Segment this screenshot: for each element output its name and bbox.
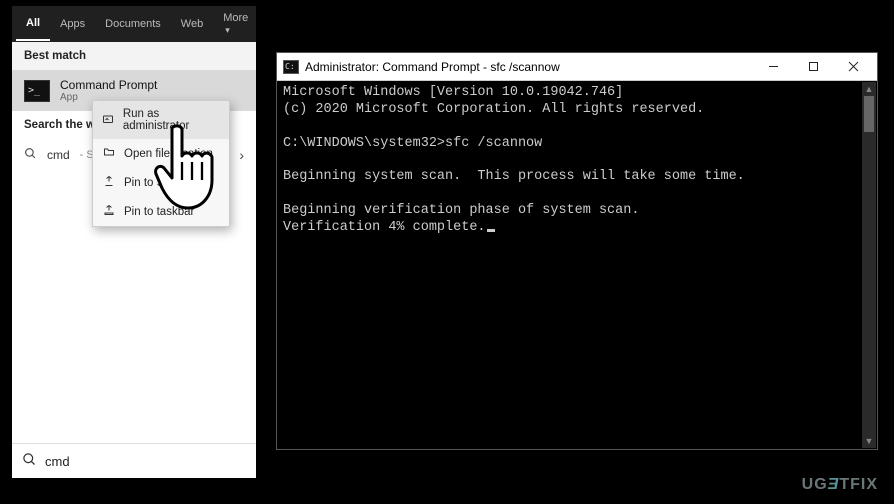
line: Beginning system scan. This process will… — [283, 169, 745, 184]
ctx-open-file-location[interactable]: Open file location — [93, 139, 229, 168]
watermark-text: UG — [802, 476, 828, 493]
pin-start-icon — [102, 175, 116, 190]
watermark: UGƎTFIX — [802, 476, 878, 494]
close-button[interactable] — [833, 53, 873, 81]
tab-more-label: More — [223, 12, 248, 24]
tab-more[interactable]: More ▾ — [213, 2, 258, 46]
terminal-output[interactable]: Microsoft Windows [Version 10.0.19042.74… — [277, 81, 877, 449]
line: Microsoft Windows [Version 10.0.19042.74… — [283, 85, 623, 100]
tab-web[interactable]: Web — [171, 8, 213, 40]
search-input[interactable] — [45, 454, 246, 469]
minimize-button[interactable] — [753, 53, 793, 81]
line: C:\WINDOWS\system32>sfc /scannow — [283, 136, 542, 151]
best-match-header: Best match — [12, 42, 256, 70]
line: Verification 4% complete. — [283, 220, 486, 235]
watermark-text: Ǝ — [828, 476, 840, 493]
ctx-label: Open file location — [124, 148, 213, 160]
scroll-up-icon[interactable]: ▲ — [862, 82, 876, 96]
window-titlebar[interactable]: C: Administrator: Command Prompt - sfc /… — [277, 53, 877, 81]
command-prompt-icon: C: — [283, 60, 299, 74]
tab-all[interactable]: All — [16, 7, 50, 41]
window-title: Administrator: Command Prompt - sfc /sca… — [305, 60, 560, 74]
maximize-button[interactable] — [793, 53, 833, 81]
scrollbar[interactable]: ▲ ▼ — [862, 82, 876, 448]
chevron-down-icon: ▾ — [225, 25, 230, 35]
admin-icon — [102, 113, 115, 128]
search-icon — [22, 452, 37, 470]
web-result-query: cmd — [47, 148, 70, 162]
search-icon — [24, 147, 37, 163]
ctx-pin-to-start[interactable]: Pin to Start — [93, 168, 229, 197]
tab-documents[interactable]: Documents — [95, 8, 171, 40]
pin-taskbar-icon — [102, 204, 116, 219]
folder-icon — [102, 146, 116, 161]
scrollbar-thumb[interactable] — [864, 96, 874, 132]
ctx-run-as-admin[interactable]: Run as administrator — [93, 101, 229, 139]
command-prompt-icon: >_ — [24, 80, 50, 102]
start-search-panel: All Apps Documents Web More ▾ Best match… — [12, 6, 256, 478]
line: Beginning verification phase of system s… — [283, 203, 639, 218]
command-prompt-window: C: Administrator: Command Prompt - sfc /… — [276, 52, 878, 450]
search-box[interactable] — [12, 443, 256, 478]
ctx-label: Pin to Start — [124, 177, 181, 189]
watermark-text: TFIX — [839, 476, 878, 493]
search-tab-strip: All Apps Documents Web More ▾ — [12, 6, 256, 42]
best-match-title: Command Prompt — [60, 78, 157, 92]
ctx-pin-to-taskbar[interactable]: Pin to taskbar — [93, 197, 229, 226]
scroll-down-icon[interactable]: ▼ — [862, 434, 876, 448]
ctx-label: Pin to taskbar — [124, 206, 194, 218]
ctx-label: Run as administrator — [123, 108, 220, 132]
line: (c) 2020 Microsoft Corporation. All righ… — [283, 102, 704, 117]
context-menu: Run as administrator Open file location … — [92, 100, 230, 227]
tab-apps[interactable]: Apps — [50, 8, 95, 40]
text-cursor — [487, 229, 495, 232]
chevron-right-icon: › — [239, 147, 244, 163]
